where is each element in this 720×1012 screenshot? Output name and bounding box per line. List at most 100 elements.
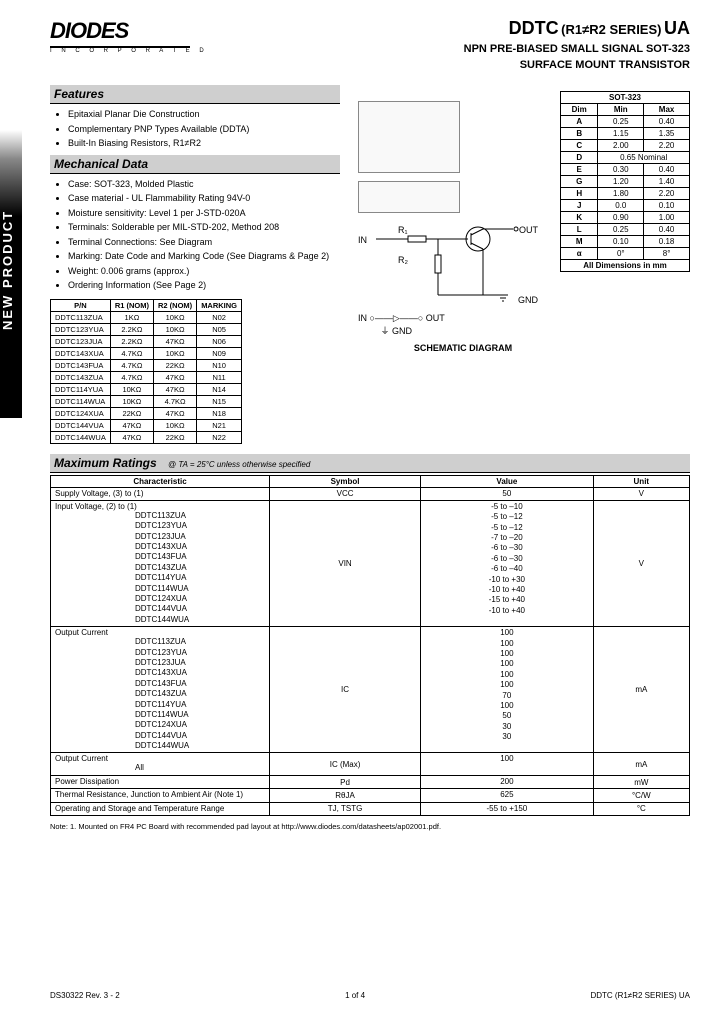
mr-value: 50 (421, 487, 594, 500)
pkg-cell: J (561, 200, 598, 212)
pkg-cell: K (561, 212, 598, 224)
mr-char: Output CurrentDDTC113ZUADDTC123YUADDTC12… (51, 627, 270, 753)
pn-cell: 10KΩ (110, 383, 153, 395)
pkg-row: M0.100.18 (561, 236, 690, 248)
mr-row: Output CurrentAllIC (Max)100mA (51, 753, 690, 775)
pn-cell: 47KΩ (154, 383, 197, 395)
partnumber-table: P/NR1 (NOM)R2 (NOM)MARKINGDDTC113ZUA1KΩ1… (50, 299, 242, 444)
schematic-caption: SCHEMATIC DIAGRAM (358, 343, 568, 353)
mr-header: Symbol (270, 475, 421, 487)
title-series: (R1≠R2 SERIES) (561, 22, 661, 37)
mr-value: 10010010010010010070100503030 (421, 627, 594, 753)
pkg-row: B1.151.35 (561, 128, 690, 140)
pn-cell: N05 (197, 323, 242, 335)
pn-cell: 4.7KΩ (110, 359, 153, 371)
mr-unit: V (593, 487, 689, 500)
logo-subtitle: I N C O R P O R A T E D (50, 48, 208, 54)
pkg-cell: 2.20 (644, 140, 690, 152)
pn-cell: 47KΩ (110, 419, 153, 431)
pkg-cell: 1.35 (644, 128, 690, 140)
pkg-cell: G (561, 176, 598, 188)
pn-row: DDTC143FUA4.7KΩ22KΩN10 (51, 359, 242, 371)
mr-char: Input Voltage, (2) to (1)DDTC113ZUADDTC1… (51, 500, 270, 626)
mr-unit: mA (593, 627, 689, 753)
maxratings-note: @ TA = 25°C unless otherwise specified (168, 460, 310, 469)
pkg-cell: 0.40 (644, 116, 690, 128)
mechdata-list: Case: SOT-323, Molded PlasticCase materi… (50, 178, 340, 293)
header: DIODES I N C O R P O R A T E D DDTC (R1≠… (0, 0, 720, 81)
pkg-cell: 2.20 (644, 188, 690, 200)
mr-value: 100 (421, 753, 594, 775)
mr-value: -55 to +150 (421, 802, 594, 815)
pn-cell: N02 (197, 311, 242, 323)
pn-cell: 47KΩ (154, 407, 197, 419)
pn-cell: 22KΩ (110, 407, 153, 419)
pkg-row: L0.250.40 (561, 224, 690, 236)
pn-cell: N18 (197, 407, 242, 419)
right-column: IN R₁ R₂ OUT GND IN ○——▷——○ OUT ⏚ GND SC… (348, 81, 690, 444)
pkg-row: A0.250.40 (561, 116, 690, 128)
pkg-cell: 0° (598, 248, 644, 260)
maxratings-title: Maximum Ratings (54, 456, 157, 470)
subtitle-1: NPN PRE-BIASED SMALL SIGNAL SOT-323 (464, 43, 690, 55)
mr-row: Output CurrentDDTC113ZUADDTC123YUADDTC12… (51, 627, 690, 753)
schematic-circuit: IN R₁ R₂ OUT GND (358, 225, 538, 305)
pn-row: DDTC113ZUA1KΩ10KΩN02 (51, 311, 242, 323)
label-in2: IN (358, 313, 367, 323)
pkg-header: Min (598, 104, 644, 116)
pn-cell: N11 (197, 371, 242, 383)
simple-schematic: IN ○——▷——○ OUT ⏚ GND (358, 313, 568, 337)
pn-cell: N21 (197, 419, 242, 431)
pkg-row: D0.65 Nominal (561, 152, 690, 164)
pn-cell: DDTC124XUA (51, 407, 111, 419)
pkg-cell: 1.20 (598, 176, 644, 188)
pn-cell: N10 (197, 359, 242, 371)
pn-cell: DDTC143FUA (51, 359, 111, 371)
pkg-cell: B (561, 128, 598, 140)
mech-item: Ordering Information (See Page 2) (68, 279, 340, 293)
dimensions-table: SOT-323DimMinMax A0.250.40B1.151.35C2.00… (560, 91, 690, 272)
feature-item: Complementary PNP Types Available (DDTA) (68, 123, 340, 137)
mr-header: Value (421, 475, 594, 487)
mr-char: Operating and Storage and Temperature Ra… (51, 802, 270, 815)
pn-header: R1 (NOM) (110, 299, 153, 311)
mr-value: 200 (421, 775, 594, 788)
circuit-svg (358, 225, 538, 305)
footer-right: DDTC (R1≠R2 SERIES) UA (590, 991, 690, 1000)
pkg-cell: 2.00 (598, 140, 644, 152)
mech-item: Terminals: Solderable per MIL-STD-202, M… (68, 221, 340, 235)
mr-symbol: VIN (270, 500, 421, 626)
pn-cell: DDTC114YUA (51, 383, 111, 395)
pkg-row: C2.002.20 (561, 140, 690, 152)
left-column: Features Epitaxial Planar Die Constructi… (50, 81, 340, 444)
pn-cell: DDTC144WUA (51, 431, 111, 443)
pn-cell: N09 (197, 347, 242, 359)
pn-cell: DDTC143XUA (51, 347, 111, 359)
mech-item: Case material - UL Flammability Rating 9… (68, 192, 340, 206)
pn-row: DDTC143ZUA4.7KΩ47KΩN11 (51, 371, 242, 383)
pkg-cell: 1.80 (598, 188, 644, 200)
footer-left: DS30322 Rev. 3 - 2 (50, 991, 120, 1000)
pn-cell: DDTC143ZUA (51, 371, 111, 383)
pn-cell: 10KΩ (154, 419, 197, 431)
product-title: DDTC (R1≠R2 SERIES) UA (464, 18, 690, 39)
pn-header: MARKING (197, 299, 242, 311)
pn-row: DDTC144VUA47KΩ10KΩN21 (51, 419, 242, 431)
feature-item: Epitaxial Planar Die Construction (68, 108, 340, 122)
pkg-cell: 0.25 (598, 224, 644, 236)
pkg-row: G1.201.40 (561, 176, 690, 188)
mr-row: Power DissipationPd200mW (51, 775, 690, 788)
feature-item: Built-In Biasing Resistors, R1≠R2 (68, 137, 340, 151)
pkg-cell: M (561, 236, 598, 248)
pkg-cell: 0.25 (598, 116, 644, 128)
pkg-cell: D (561, 152, 598, 164)
mech-item: Marking: Date Code and Marking Code (See… (68, 250, 340, 264)
pkg-row: H1.802.20 (561, 188, 690, 200)
mr-unit: mW (593, 775, 689, 788)
mr-unit: mA (593, 753, 689, 775)
mr-unit: °C (593, 802, 689, 815)
title-prefix: DDTC (509, 18, 559, 38)
label-gnd2: GND (392, 326, 412, 336)
pn-cell: 4.7KΩ (110, 371, 153, 383)
footer-center: 1 of 4 (345, 991, 365, 1000)
